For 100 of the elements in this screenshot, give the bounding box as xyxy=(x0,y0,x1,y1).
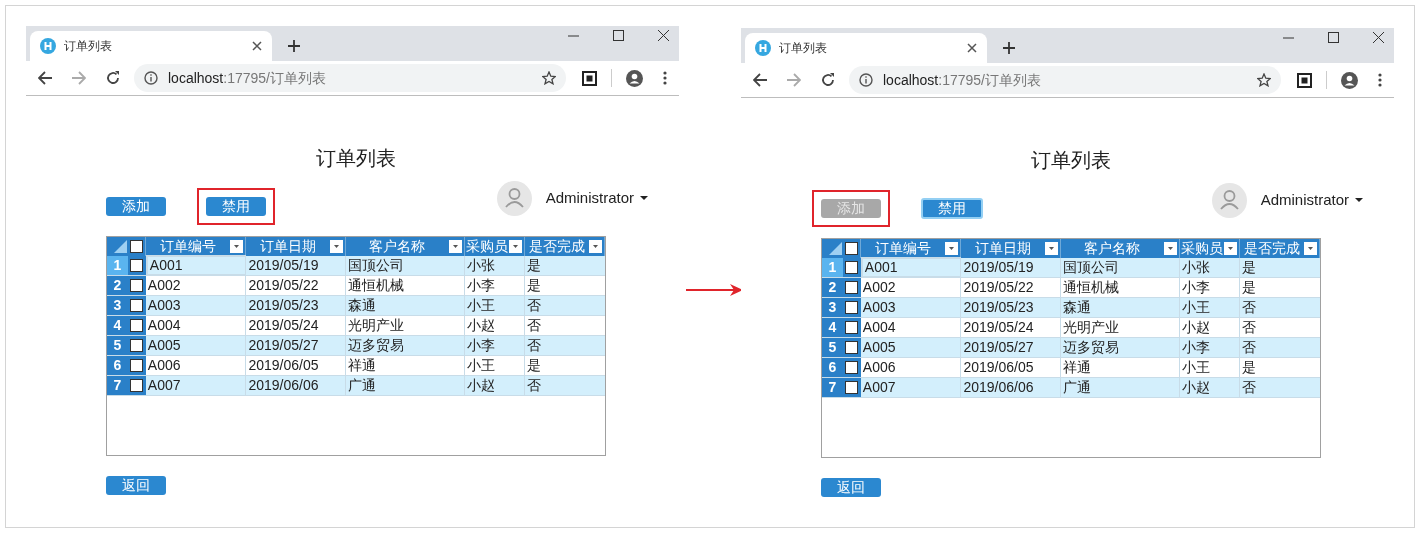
column-header: 订单日期 xyxy=(259,237,318,256)
row-number: 2 xyxy=(822,278,843,297)
tab-title: 订单列表 xyxy=(779,40,828,57)
column-header: 采购员 xyxy=(1179,239,1224,258)
row-number: 6 xyxy=(107,356,128,375)
new-tab-icon[interactable] xyxy=(1003,42,1015,54)
profile-icon[interactable] xyxy=(626,69,643,87)
table-cell-text: 否 xyxy=(526,316,543,335)
back-icon[interactable] xyxy=(753,73,767,87)
filter-dropdown-icon[interactable] xyxy=(1304,242,1317,255)
row-checkbox[interactable] xyxy=(845,381,859,394)
row-number: 2 xyxy=(107,276,128,295)
browser-tab[interactable]: 订单列表 xyxy=(745,33,987,63)
table-cell: 小王 xyxy=(1179,298,1241,317)
corner-triangle-icon xyxy=(113,240,127,253)
select-all-checkbox[interactable] xyxy=(844,242,858,255)
extension-icon[interactable] xyxy=(1297,72,1312,88)
filter-dropdown-icon[interactable] xyxy=(1163,242,1177,255)
row-checkbox[interactable] xyxy=(130,359,144,372)
filter-dropdown-icon[interactable] xyxy=(1045,242,1059,255)
table-cell: 国顶公司 xyxy=(346,256,465,275)
star-icon[interactable] xyxy=(1257,73,1271,87)
row-checkbox[interactable] xyxy=(130,379,144,392)
table-cell: A006 xyxy=(860,358,962,377)
new-tab-icon[interactable] xyxy=(288,40,300,52)
back-button[interactable]: 返回 xyxy=(106,476,166,495)
filter-dropdown-icon[interactable] xyxy=(1224,242,1238,255)
table-cell: 小王 xyxy=(1179,358,1241,377)
star-icon[interactable] xyxy=(542,71,556,85)
row-checkbox[interactable] xyxy=(130,319,144,332)
table-cell-text: 是 xyxy=(1241,278,1258,297)
menu-icon[interactable] xyxy=(1378,73,1382,87)
reload-icon[interactable] xyxy=(106,71,120,85)
row-checkbox[interactable] xyxy=(845,341,859,354)
row-number: 3 xyxy=(107,296,128,315)
table-cell: 2019/05/27 xyxy=(246,336,346,355)
table-cell: 2019/05/24 xyxy=(246,316,346,335)
table-cell-text: 否 xyxy=(526,376,543,395)
table-cell-text: 否 xyxy=(1241,318,1258,337)
maximize-icon[interactable] xyxy=(613,30,624,41)
filter-dropdown-icon[interactable] xyxy=(230,240,244,253)
forward-icon xyxy=(787,73,801,87)
filter-dropdown-icon[interactable] xyxy=(448,240,462,253)
avatar-icon[interactable] xyxy=(1211,182,1247,218)
table-cell-text: 否 xyxy=(526,296,543,315)
action-button[interactable]: 禁用 xyxy=(921,198,983,219)
close-icon[interactable] xyxy=(967,43,977,53)
back-icon[interactable] xyxy=(38,71,52,85)
filter-dropdown-icon[interactable] xyxy=(509,240,523,253)
close-icon[interactable] xyxy=(1373,32,1384,43)
table-cell: 小张 xyxy=(464,256,526,275)
action-button[interactable]: 添加 xyxy=(106,197,166,216)
row-checkbox[interactable] xyxy=(130,279,144,292)
avatar-icon[interactable] xyxy=(496,180,532,216)
table-cell: A005 xyxy=(860,338,962,357)
action-button: 添加 xyxy=(821,199,881,218)
user-menu[interactable]: Administrator xyxy=(545,186,648,210)
address-bar[interactable]: localhost:17795/订单列表 xyxy=(849,66,1281,94)
close-icon[interactable] xyxy=(658,30,669,41)
row-checkbox[interactable] xyxy=(845,361,859,374)
menu-icon[interactable] xyxy=(663,71,667,85)
row-checkbox[interactable] xyxy=(845,301,859,314)
back-button[interactable]: 返回 xyxy=(821,478,881,497)
table-cell: 小张 xyxy=(1179,258,1241,277)
filter-dropdown-icon[interactable] xyxy=(945,242,959,255)
browser-tab[interactable]: 订单列表 xyxy=(30,31,272,61)
row-number: 6 xyxy=(822,358,843,377)
table-cell: A001 xyxy=(145,255,247,276)
profile-icon[interactable] xyxy=(1341,71,1358,89)
row-checkbox[interactable] xyxy=(130,299,144,312)
table-cell: A007 xyxy=(860,378,962,397)
row-checkbox[interactable] xyxy=(130,339,144,352)
table-cell: 2019/06/06 xyxy=(961,378,1061,397)
filter-dropdown-icon[interactable] xyxy=(330,240,344,253)
row-checkbox[interactable] xyxy=(130,259,144,272)
table-cell: 2019/06/05 xyxy=(246,356,346,375)
reload-icon[interactable] xyxy=(821,73,835,87)
table-cell-text: 否 xyxy=(1241,338,1258,357)
row-checkbox[interactable] xyxy=(845,321,859,334)
table-cell: 2019/06/05 xyxy=(961,358,1061,377)
filter-dropdown-icon[interactable] xyxy=(589,240,602,253)
url-text: localhost:17795/订单列表 xyxy=(168,68,327,88)
maximize-icon[interactable] xyxy=(1328,32,1339,43)
row-number: 1 xyxy=(107,256,128,275)
close-icon[interactable] xyxy=(252,41,262,51)
column-header: 订单日期 xyxy=(974,239,1033,258)
user-menu[interactable]: Administrator xyxy=(1260,188,1363,212)
table-cell: 祥通 xyxy=(346,356,465,375)
select-all-checkbox[interactable] xyxy=(129,240,143,253)
address-bar[interactable]: localhost:17795/订单列表 xyxy=(134,64,566,92)
table-cell: 迈多贸易 xyxy=(1061,338,1180,357)
table-cell-text: 是 xyxy=(1241,258,1258,277)
table-cell: A005 xyxy=(145,336,247,355)
extension-icon[interactable] xyxy=(582,70,597,86)
table-cell: A003 xyxy=(145,296,247,315)
action-button[interactable]: 禁用 xyxy=(206,197,266,216)
row-checkbox[interactable] xyxy=(845,281,859,294)
table-cell: 广通 xyxy=(1061,378,1180,397)
table-cell-text: 是 xyxy=(526,276,543,295)
row-checkbox[interactable] xyxy=(845,261,859,274)
